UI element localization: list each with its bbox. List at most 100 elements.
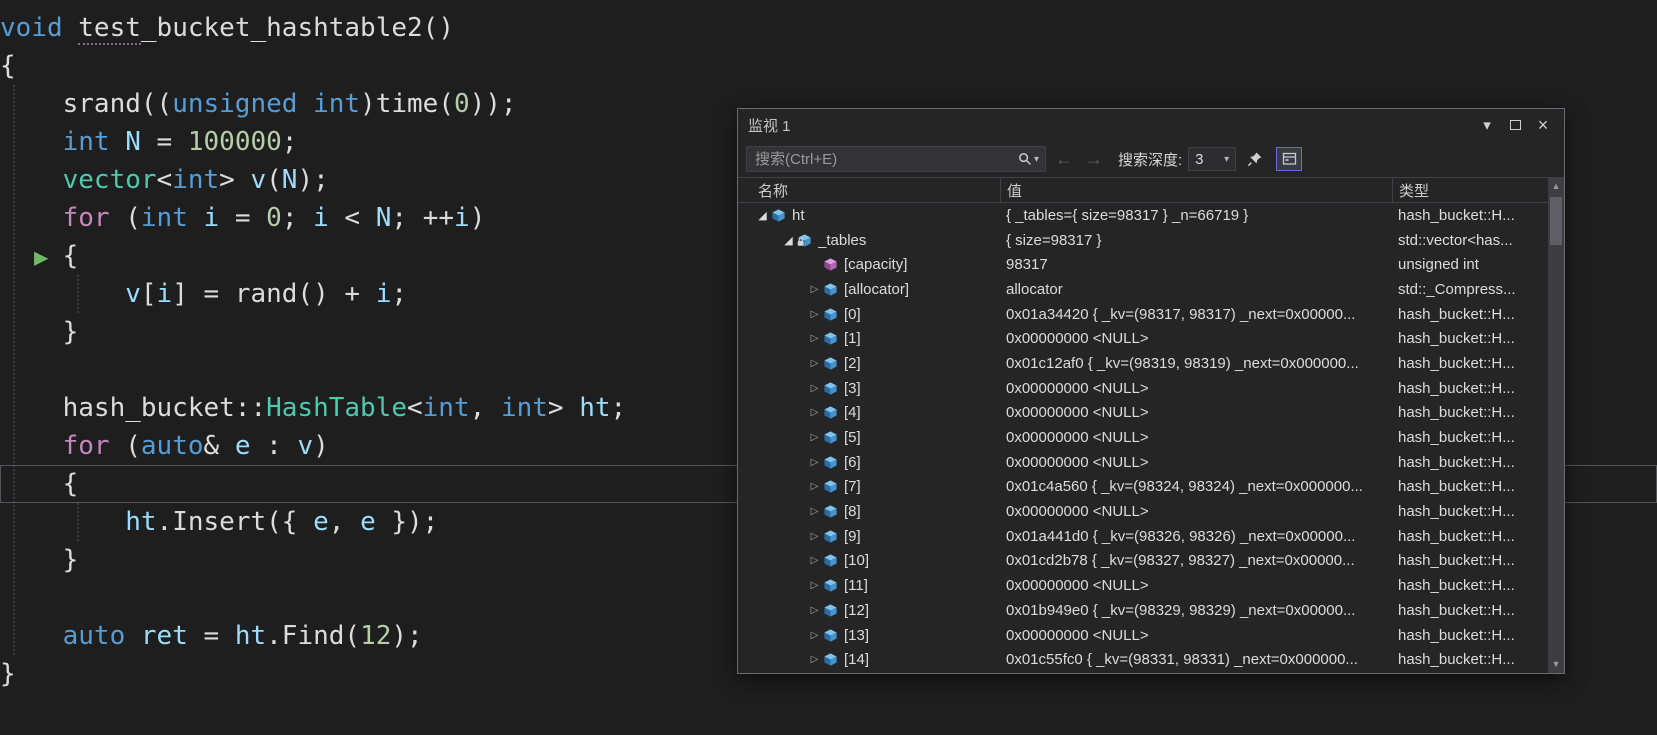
watch-row[interactable]: ▷[1]0x00000000 <NULL>hash_bucket::H...: [738, 326, 1548, 351]
watch-row[interactable]: ▷[4]0x00000000 <NULL>hash_bucket::H...: [738, 401, 1548, 426]
expand-icon[interactable]: ▷: [806, 654, 823, 665]
watch-row[interactable]: ▷[2]0x01c12af0 { _kv=(98319, 98319) _nex…: [738, 351, 1548, 376]
search-options-dropdown-icon[interactable]: ▾: [1034, 154, 1039, 165]
object-icon: [823, 627, 841, 643]
watch-row[interactable]: ▷[11]0x00000000 <NULL>hash_bucket::H...: [738, 573, 1548, 598]
watch-value: 0x01c12af0 { _kv=(98319, 98319) _next=0x…: [1000, 355, 1392, 372]
watch-row[interactable]: [capacity]98317unsigned int: [738, 252, 1548, 277]
expand-icon[interactable]: ▷: [806, 309, 823, 320]
watch-type: std::vector<has...: [1392, 232, 1548, 249]
search-next-icon[interactable]: →: [1082, 149, 1106, 170]
object-icon: [823, 528, 841, 544]
watch-name: [12]: [844, 602, 869, 619]
column-header-name[interactable]: 名称: [738, 178, 1000, 202]
watch-value: 0x01a34420 { _kv=(98317, 98317) _next=0x…: [1000, 306, 1392, 323]
expand-icon[interactable]: ▷: [806, 630, 823, 641]
object-icon: [823, 504, 841, 520]
collapse-icon[interactable]: ◢: [754, 209, 771, 222]
expand-icon[interactable]: ▷: [806, 555, 823, 566]
watch-row[interactable]: ▷[7]0x01c4a560 { _kv=(98324, 98324) _nex…: [738, 475, 1548, 500]
object-icon: [823, 479, 841, 495]
object-icon: [823, 652, 841, 668]
expand-icon[interactable]: ▷: [806, 284, 823, 295]
watch-row[interactable]: ▷[6]0x00000000 <NULL>hash_bucket::H...: [738, 450, 1548, 475]
search-prev-icon[interactable]: ←: [1052, 149, 1076, 170]
expand-icon[interactable]: ▷: [806, 358, 823, 369]
watch-name: [0]: [844, 306, 861, 323]
scrollbar-thumb[interactable]: [1550, 197, 1562, 245]
watch-type: hash_bucket::H...: [1392, 552, 1548, 569]
watch-type: hash_bucket::H...: [1392, 602, 1548, 619]
watch-name: [9]: [844, 528, 861, 545]
watch-type: hash_bucket::H...: [1392, 454, 1548, 471]
watch-row[interactable]: ▷ [0] 0x01a34420 { _kv=(98317, 98317) _nex…: [738, 302, 1548, 327]
field-icon: [823, 257, 841, 273]
object-icon: [823, 380, 841, 396]
expand-icon[interactable]: ▷: [806, 531, 823, 542]
watch-row[interactable]: ▷[allocator]allocatorstd::_Compress...: [738, 277, 1548, 302]
execution-point-icon: ▶: [34, 238, 48, 276]
watch-row[interactable]: ◢ht{ _tables={ size=98317 } _n=66719 }ha…: [738, 203, 1548, 228]
expand-icon[interactable]: ▷: [806, 432, 823, 443]
column-header-type[interactable]: 类型: [1392, 178, 1548, 202]
expand-icon[interactable]: ▷: [806, 333, 823, 344]
object-icon: [823, 553, 841, 569]
search-depth-select[interactable]: 3 ▾: [1188, 147, 1236, 171]
watch-scrollbar[interactable]: ▲ ▼: [1548, 177, 1564, 673]
expand-icon[interactable]: ▷: [806, 580, 823, 591]
watch-name: [allocator]: [844, 281, 909, 298]
watch-name: [5]: [844, 429, 861, 446]
watch-row[interactable]: ▷[8]0x00000000 <NULL>hash_bucket::H...: [738, 499, 1548, 524]
search-depth-label: 搜索深度:: [1118, 149, 1182, 170]
expand-icon[interactable]: ▷: [806, 457, 823, 468]
watch-value: 0x01b949e0 { _kv=(98329, 98329) _next=0x…: [1000, 602, 1392, 619]
watch-type: hash_bucket::H...: [1392, 478, 1548, 495]
watch-type: hash_bucket::H...: [1392, 355, 1548, 372]
search-box[interactable]: ▾: [746, 146, 1046, 172]
search-input[interactable]: [747, 151, 1012, 168]
collapse-icon[interactable]: ◢: [780, 234, 797, 247]
watch-name: [1]: [844, 330, 861, 347]
object-icon: [823, 331, 841, 347]
search-icon: [1018, 152, 1032, 166]
search-icon-group[interactable]: ▾: [1012, 152, 1045, 166]
watch-row[interactable]: ▷[10]0x01cd2b78 { _kv=(98327, 98327) _ne…: [738, 549, 1548, 574]
watch-type: hash_bucket::H...: [1392, 306, 1548, 323]
object-icon: [823, 454, 841, 470]
scroll-up-icon[interactable]: ▲: [1548, 178, 1564, 194]
expand-icon[interactable]: ▷: [806, 481, 823, 492]
pin-icon[interactable]: [1242, 147, 1268, 171]
watch-row[interactable]: ▷[5]0x00000000 <NULL>hash_bucket::H...: [738, 425, 1548, 450]
watch-type: hash_bucket::H...: [1392, 429, 1548, 446]
watch-value: 0x00000000 <NULL>: [1000, 627, 1392, 644]
watch-toolbar: ▾ ← → 搜索深度: 3 ▾: [738, 141, 1564, 177]
watch-row[interactable]: ▷[13]0x00000000 <NULL>hash_bucket::H...: [738, 623, 1548, 648]
watch-row[interactable]: ◢_tables{ size=98317 }std::vector<has...: [738, 228, 1548, 253]
watch-row[interactable]: ▷[9]0x01a441d0 { _kv=(98326, 98326) _nex…: [738, 524, 1548, 549]
watch-name: [capacity]: [844, 256, 907, 273]
watch-name: [14]: [844, 651, 869, 668]
expand-icon[interactable]: ▷: [806, 383, 823, 394]
close-icon[interactable]: ×: [1532, 114, 1554, 136]
column-header-value[interactable]: 值: [1000, 178, 1392, 202]
watch-rows: ◢ht{ _tables={ size=98317 } _n=66719 }ha…: [738, 203, 1548, 673]
expand-icon[interactable]: ▷: [806, 506, 823, 517]
watch-titlebar[interactable]: 监视 1 ▾ ×: [738, 109, 1564, 141]
watch-name: [3]: [844, 380, 861, 397]
watch-row[interactable]: ▷[3]0x00000000 <NULL>hash_bucket::H...: [738, 376, 1548, 401]
maximize-glyph: [1510, 120, 1521, 130]
watch-row[interactable]: ▷ [12] 0x01b949e0 { _kv=(98329, 98329) _ne…: [738, 598, 1548, 623]
expand-icon[interactable]: ▷: [806, 605, 823, 616]
watch-value: 0x01cd2b78 { _kv=(98327, 98327) _next=0x…: [1000, 552, 1392, 569]
watch-type: hash_bucket::H...: [1392, 330, 1548, 347]
scroll-down-icon[interactable]: ▼: [1548, 656, 1564, 672]
watch-row[interactable]: ▷[14]0x01c55fc0 { _kv=(98331, 98331) _ne…: [738, 647, 1548, 672]
maximize-icon[interactable]: [1504, 114, 1526, 136]
watch-type: hash_bucket::H...: [1392, 404, 1548, 421]
code-line: {: [0, 47, 1657, 85]
expand-icon[interactable]: ▷: [806, 407, 823, 418]
window-position-icon[interactable]: ▾: [1476, 114, 1498, 136]
watch-value: 98317: [1000, 256, 1392, 273]
watch-type: hash_bucket::H...: [1392, 528, 1548, 545]
visualizer-toggle-icon[interactable]: [1276, 147, 1302, 171]
